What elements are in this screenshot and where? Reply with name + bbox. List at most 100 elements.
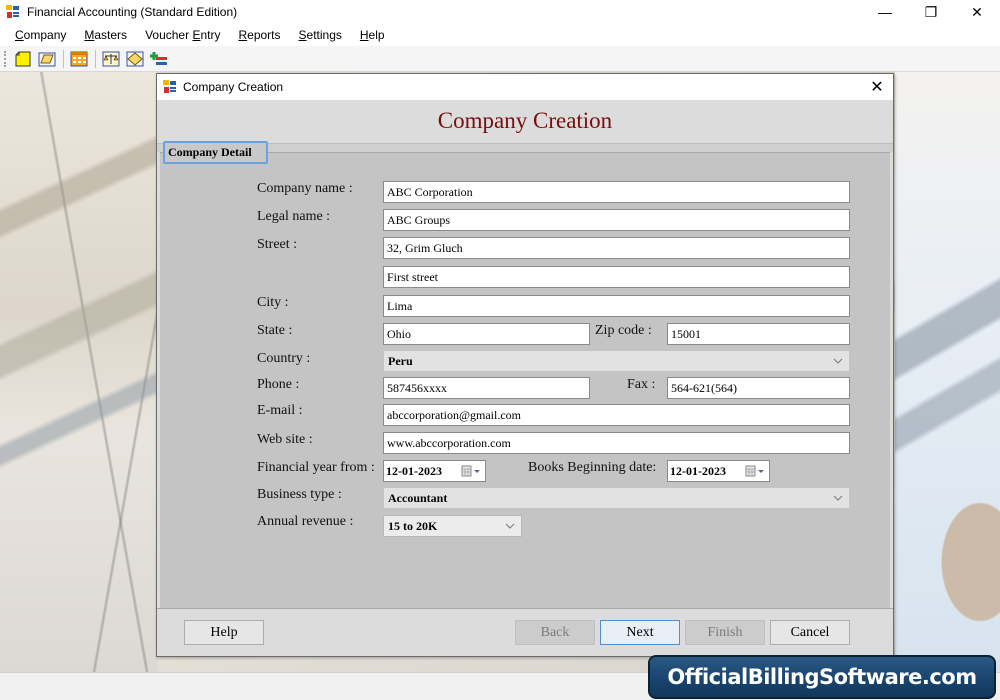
- new-company-icon: [15, 51, 31, 66]
- country-value: Peru: [388, 353, 413, 368]
- balance-scale-icon: [102, 51, 120, 66]
- street-label: Street :: [257, 237, 298, 252]
- fax-label: Fax :: [627, 377, 656, 392]
- dialog-footer: Help Back Next Finish Cancel: [157, 608, 893, 656]
- menu-company[interactable]: Company: [6, 28, 75, 42]
- menu-mnemonic: M: [84, 28, 95, 42]
- annual-revenue-select[interactable]: 15 to 20K: [383, 515, 522, 537]
- dialog-title: Company Creation: [183, 80, 284, 94]
- financial-year-date-picker[interactable]: 12-01-2023: [383, 460, 486, 482]
- email-input[interactable]: [383, 404, 850, 426]
- menu-masters[interactable]: Masters: [75, 28, 136, 42]
- open-company-button[interactable]: [37, 49, 57, 69]
- toolbar: [0, 46, 1000, 72]
- phone-input[interactable]: [383, 377, 590, 399]
- application-window: Financial Accounting (Standard Edition) …: [0, 0, 1000, 700]
- menu-label: elp: [368, 28, 385, 42]
- close-icon: ✕: [971, 3, 983, 20]
- company-detail-panel: Company name : Legal name : Street : Cit…: [160, 152, 890, 608]
- menu-mnemonic: R: [238, 28, 248, 42]
- menu-bar: Company Masters Voucher Entry Reports Se…: [0, 24, 1000, 46]
- close-icon: ✕: [870, 79, 884, 96]
- annual-revenue-value: 15 to 20K: [388, 518, 438, 533]
- menu-mnemonic: C: [15, 28, 24, 42]
- calendar-dropdown-icon[interactable]: [745, 465, 765, 478]
- menu-label: eports: [247, 28, 281, 42]
- add-entry-button[interactable]: [149, 49, 169, 69]
- menu-help[interactable]: Help: [351, 28, 394, 42]
- finish-button[interactable]: Finish: [685, 620, 765, 645]
- website-watermark: OfficialBillingSoftware.com: [648, 655, 996, 699]
- menu-label: asters: [94, 28, 128, 42]
- country-label: Country :: [257, 351, 311, 366]
- dialog-titlebar: Company Creation ✕: [157, 74, 893, 100]
- menu-label: ntry: [200, 28, 221, 42]
- books-beginning-date-picker[interactable]: 12-01-2023: [667, 460, 770, 482]
- minimize-button[interactable]: —: [862, 0, 908, 24]
- street-line2-input[interactable]: [383, 266, 850, 288]
- legal-name-label: Legal name :: [257, 209, 331, 224]
- menu-settings[interactable]: Settings: [290, 28, 351, 42]
- balance-button[interactable]: [101, 49, 121, 69]
- street-line1-input[interactable]: [383, 237, 850, 259]
- app-logo-icon: [162, 79, 178, 95]
- state-input[interactable]: [383, 323, 590, 345]
- background-artwork-left: [0, 72, 158, 672]
- new-company-button[interactable]: [13, 49, 33, 69]
- tab-company-detail[interactable]: Company Detail: [163, 141, 268, 164]
- window-titlebar: Financial Accounting (Standard Edition) …: [0, 0, 1000, 24]
- menu-mnemonic: S: [298, 28, 307, 42]
- menu-label: ompany: [23, 28, 67, 42]
- open-company-icon: [38, 52, 56, 66]
- annual-revenue-label: Annual revenue :: [257, 514, 354, 529]
- chevron-down-icon: [833, 495, 843, 501]
- menu-reports[interactable]: Reports: [229, 28, 289, 42]
- fax-input[interactable]: [667, 377, 850, 399]
- close-window-button[interactable]: ✕: [954, 0, 1000, 24]
- ledger-grid-icon: [70, 51, 88, 66]
- minimize-icon: —: [878, 4, 892, 20]
- financial-year-label: Financial year from :: [257, 460, 375, 475]
- state-label: State :: [257, 323, 293, 338]
- cancel-button[interactable]: Cancel: [770, 620, 850, 645]
- restore-button[interactable]: ❐: [908, 0, 954, 24]
- books-beginning-value: 12-01-2023: [670, 463, 726, 478]
- business-type-label: Business type :: [257, 487, 342, 502]
- business-type-value: Accountant: [388, 490, 448, 505]
- app-logo-icon: [5, 4, 21, 20]
- next-button[interactable]: Next: [600, 620, 680, 645]
- zip-code-input[interactable]: [667, 323, 850, 345]
- country-select[interactable]: Peru: [383, 350, 850, 372]
- website-label: Web site :: [257, 432, 313, 447]
- add-entry-icon: [150, 51, 167, 65]
- business-type-select[interactable]: Accountant: [383, 487, 850, 509]
- menu-label: ettings: [306, 28, 342, 42]
- toolbar-separator: [63, 49, 64, 68]
- window-controls: — ❐ ✕: [862, 0, 1000, 24]
- voucher-icon: [126, 51, 144, 66]
- company-name-input[interactable]: [383, 181, 850, 203]
- calendar-dropdown-icon[interactable]: [461, 465, 481, 478]
- chevron-down-icon: [505, 523, 515, 529]
- voucher-button[interactable]: [125, 49, 145, 69]
- legal-name-input[interactable]: [383, 209, 850, 231]
- window-title: Financial Accounting (Standard Edition): [27, 5, 238, 19]
- books-beginning-label: Books Beginning date:: [528, 460, 657, 475]
- dialog-close-button[interactable]: ✕: [867, 77, 887, 97]
- toolbar-separator: [95, 49, 96, 68]
- company-creation-dialog: Company Creation ✕ Company Creation Comp…: [156, 73, 894, 657]
- menu-voucher-entry[interactable]: Voucher Entry: [136, 28, 229, 42]
- city-label: City :: [257, 295, 289, 310]
- back-button[interactable]: Back: [515, 620, 595, 645]
- menu-label: Voucher: [145, 28, 193, 42]
- ledger-grid-button[interactable]: [69, 49, 89, 69]
- chevron-down-icon: [833, 358, 843, 364]
- toolbar-grip[interactable]: [4, 50, 7, 67]
- zip-code-label: Zip code :: [595, 323, 652, 338]
- menu-mnemonic: H: [359, 28, 369, 42]
- help-button[interactable]: Help: [184, 620, 264, 645]
- city-input[interactable]: [383, 295, 850, 317]
- website-input[interactable]: [383, 432, 850, 454]
- company-name-label: Company name :: [257, 181, 353, 196]
- financial-year-value: 12-01-2023: [386, 463, 442, 478]
